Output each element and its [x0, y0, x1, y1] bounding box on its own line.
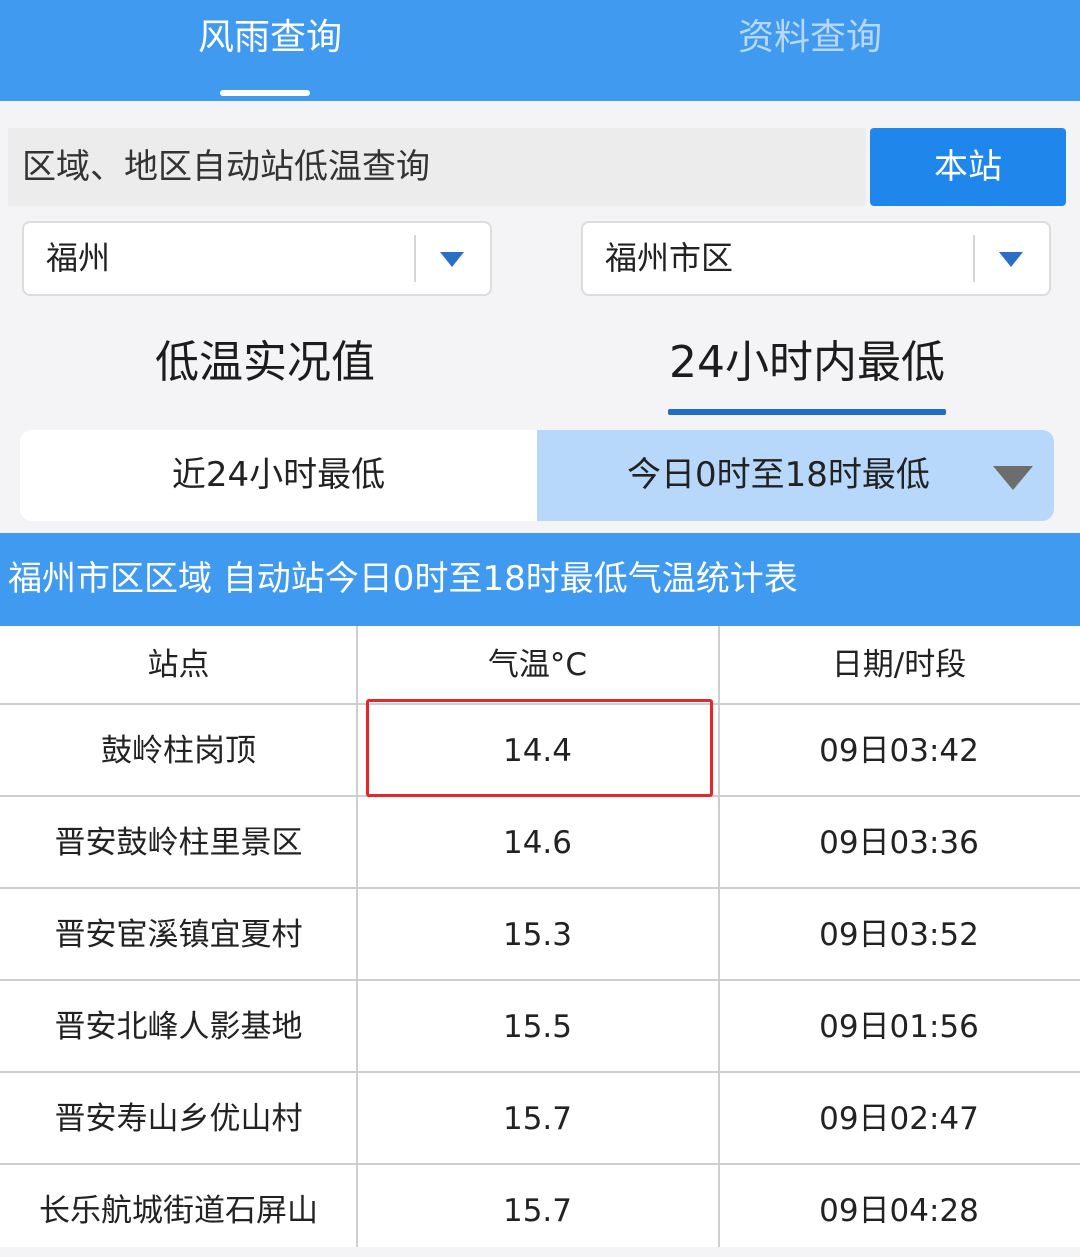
- tab-wind-rain-query[interactable]: 风雨查询: [0, 0, 540, 101]
- query-title: 区域、地区自动站低温查询: [8, 128, 866, 206]
- active-tab-indicator: [220, 90, 310, 96]
- period-segmented-control: 近24小时最低 今日0时至18时最低: [20, 430, 1054, 521]
- period-today-0-18[interactable]: 今日0时至18时最低: [537, 430, 1054, 521]
- temperature-value: 14.6: [502, 825, 573, 861]
- chevron-down-icon: [440, 252, 464, 267]
- table-row[interactable]: 晋安鼓岭柱里景区 14.6 09日03:36: [0, 797, 1080, 889]
- tab-24h-lowest[interactable]: 24小时内最低: [580, 328, 1034, 398]
- top-tab-bar: 风雨查询 资料查询: [0, 0, 1080, 101]
- station-button[interactable]: 本站: [870, 128, 1066, 206]
- district-select-value: 福州市区: [605, 239, 734, 277]
- date-time-value: 09日02:47: [819, 1101, 979, 1137]
- chevron-down-icon: [999, 252, 1023, 267]
- table-row[interactable]: 晋安北峰人影基地 15.5 09日01:56: [0, 981, 1080, 1073]
- min-temp-table: 站点 气温°C 日期/时段 鼓岭柱岗顶 14.4 09日03:42 晋安鼓岭柱里…: [0, 626, 1080, 1247]
- select-divider: [973, 235, 975, 282]
- table-row[interactable]: 晋安宦溪镇宜夏村 15.3 09日03:52: [0, 889, 1080, 981]
- station-name: 鼓岭柱岗顶: [101, 733, 256, 769]
- temperature-value: 15.7: [502, 1193, 573, 1229]
- header-temperature: 气温°C: [487, 647, 588, 683]
- date-time-value: 09日03:52: [819, 917, 979, 953]
- table-row[interactable]: 晋安寿山乡优山村 15.7 09日02:47: [0, 1073, 1080, 1165]
- station-name: 晋安鼓岭柱里景区: [54, 825, 303, 861]
- temperature-value: 15.7: [502, 1101, 573, 1137]
- city-select[interactable]: 福州: [22, 221, 492, 296]
- station-name: 晋安宦溪镇宜夏村: [54, 917, 303, 953]
- period-today-label: 今日0时至18时最低: [627, 455, 930, 495]
- temperature-value: 14.4: [502, 733, 573, 769]
- date-time-value: 09日03:36: [819, 825, 979, 861]
- select-divider: [414, 235, 416, 282]
- table-row[interactable]: 鼓岭柱岗顶 14.4 09日03:42: [0, 705, 1080, 797]
- temperature-value: 15.5: [502, 1009, 573, 1045]
- date-time-value: 09日04:28: [819, 1193, 979, 1229]
- station-name: 晋安寿山乡优山村: [54, 1101, 303, 1137]
- table-title: 福州市区区域 自动站今日0时至18时最低气温统计表: [0, 533, 1080, 626]
- date-time-value: 09日01:56: [819, 1009, 979, 1045]
- mode-tab-indicator: [668, 409, 946, 415]
- tab-data-query[interactable]: 资料查询: [540, 0, 1080, 101]
- table-header-row: 站点 气温°C 日期/时段: [0, 626, 1080, 705]
- tab-low-temp-live[interactable]: 低温实况值: [40, 328, 490, 398]
- city-select-value: 福州: [46, 239, 111, 277]
- period-last-24h[interactable]: 近24小时最低: [20, 430, 537, 521]
- column-divider: [356, 626, 358, 1247]
- header-station: 站点: [147, 647, 210, 683]
- column-divider: [718, 626, 720, 1247]
- station-name: 长乐航城街道石屏山: [39, 1193, 318, 1229]
- district-select[interactable]: 福州市区: [581, 221, 1051, 296]
- triangle-down-icon: [993, 466, 1033, 490]
- table-row[interactable]: 长乐航城街道石屏山 15.7 09日04:28: [0, 1165, 1080, 1247]
- header-date-time: 日期/时段: [831, 647, 967, 683]
- station-name: 晋安北峰人影基地: [54, 1009, 303, 1045]
- date-time-value: 09日03:42: [819, 733, 979, 769]
- temperature-value: 15.3: [502, 917, 573, 953]
